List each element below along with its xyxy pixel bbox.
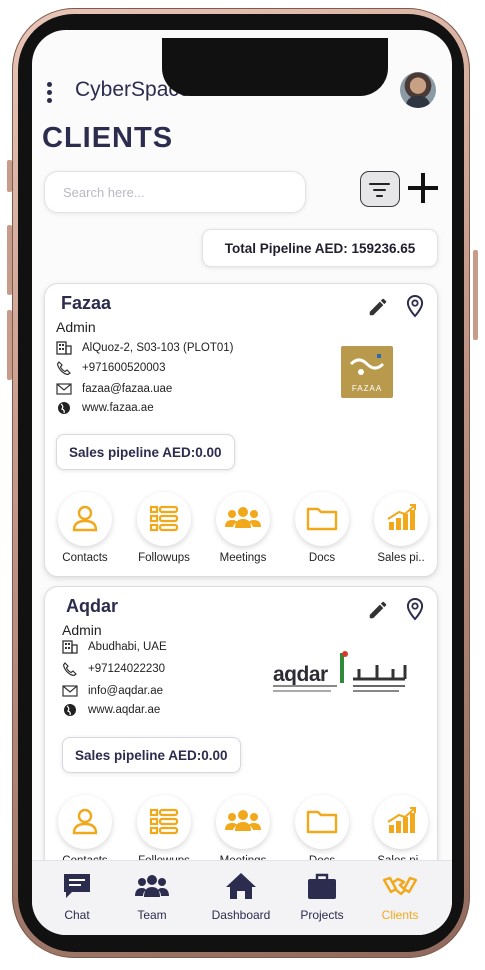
phone-icon (62, 662, 77, 676)
app-screen: CyberSpace CLIENTS Total Pipeline AED: 1… (32, 30, 452, 935)
team-icon (135, 875, 169, 897)
client-address: Abudhabi, UAE (88, 641, 167, 653)
contact-icon (72, 505, 98, 532)
client-role: Admin (56, 319, 96, 335)
phone-side-button (7, 160, 12, 192)
chat-icon (64, 874, 90, 898)
contacts-button[interactable]: Contacts (47, 492, 123, 564)
group-icon (225, 810, 261, 831)
docs-button[interactable]: Docs (284, 492, 360, 564)
globe-icon (58, 402, 70, 414)
nav-dashboard-label: Dashboard (211, 908, 271, 922)
search-input[interactable] (44, 171, 306, 213)
phone-side-button (7, 225, 12, 295)
phone-side-button (7, 310, 12, 380)
address-row: Abudhabi, UAE (62, 638, 167, 656)
mail-icon (56, 383, 72, 395)
nav-chat[interactable]: Chat (35, 871, 119, 922)
add-client-button[interactable] (406, 171, 440, 205)
sales-pipeline-badge[interactable]: Sales pipeline AED:0.00 (62, 737, 241, 773)
group-icon (225, 507, 261, 528)
client-logo: aqdar (273, 649, 413, 699)
filter-icon (369, 183, 390, 185)
phone-side-button (473, 250, 478, 340)
mail-icon (62, 685, 78, 697)
client-website[interactable]: www.fazaa.ae (82, 402, 154, 414)
nav-dashboard[interactable]: Dashboard (199, 871, 283, 922)
client-logo-text: FAZAA (351, 384, 383, 393)
phone-notch (162, 38, 388, 96)
phone-icon (56, 361, 71, 375)
nav-projects-label: Projects (300, 908, 344, 922)
nav-clients-label: Clients (381, 908, 419, 922)
client-actions: Contacts Followups Meetings Docs (45, 492, 437, 572)
docs-button[interactable]: Docs (284, 795, 360, 867)
nav-chat-label: Chat (64, 908, 90, 922)
location-pin-icon[interactable] (405, 597, 425, 621)
website-row: www.aqdar.ae (62, 701, 160, 719)
phone-row: +97124022230 (62, 660, 165, 678)
sales-pipeline-button[interactable]: Sales pi.. (363, 492, 439, 564)
edit-icon[interactable] (367, 296, 389, 318)
list-icon (149, 505, 179, 532)
phone-row: +971600520003 (56, 359, 165, 377)
filter-button[interactable] (360, 171, 400, 207)
folder-icon (306, 810, 338, 834)
website-row: www.fazaa.ae (56, 399, 154, 417)
total-pipeline-badge: Total Pipeline AED: 159236.65 (202, 229, 438, 267)
email-row: fazaa@fazaa.uae (56, 380, 172, 398)
client-name: Aqdar (66, 596, 119, 616)
avatar[interactable] (400, 72, 436, 108)
meetings-label: Meetings (219, 552, 267, 564)
nav-team-label: Team (137, 908, 167, 922)
contacts-label: Contacts (62, 552, 108, 564)
followups-label: Followups (138, 552, 190, 564)
client-address: AlQuoz-2, S03-103 (PLOT01) (82, 342, 234, 354)
followups-button[interactable]: Followups (126, 795, 202, 867)
client-phone[interactable]: +971600520003 (82, 362, 165, 374)
briefcase-icon (308, 873, 336, 899)
followups-button[interactable]: Followups (126, 492, 202, 564)
contacts-button[interactable]: Contacts (47, 795, 123, 867)
building-icon (62, 640, 78, 654)
bar-chart-icon (387, 504, 416, 530)
globe-icon (64, 704, 76, 716)
list-icon (149, 808, 179, 835)
email-row: info@aqdar.ae (62, 682, 163, 700)
location-pin-icon[interactable] (405, 294, 425, 318)
nav-clients[interactable]: Clients (358, 871, 442, 922)
sales-pipeline-badge[interactable]: Sales pipeline AED:0.00 (56, 434, 235, 470)
client-card[interactable]: Aqdar Admin Abudhabi, UAE +97124022230 i… (44, 586, 438, 880)
client-email[interactable]: info@aqdar.ae (88, 685, 163, 697)
client-logo: FAZAA (341, 346, 393, 398)
client-website[interactable]: www.aqdar.ae (88, 704, 160, 716)
folder-icon (306, 507, 338, 531)
client-phone[interactable]: +97124022230 (88, 663, 165, 675)
nav-team[interactable]: Team (110, 871, 194, 922)
edit-icon[interactable] (367, 599, 389, 621)
client-email[interactable]: fazaa@fazaa.uae (82, 383, 172, 395)
client-role: Admin (62, 622, 102, 638)
nav-projects[interactable]: Projects (280, 871, 364, 922)
building-icon (56, 341, 72, 355)
bar-chart-icon (387, 807, 416, 833)
sales-pipeline-button[interactable]: Sales pi.. (363, 795, 439, 867)
more-menu-icon[interactable] (46, 82, 54, 106)
client-card[interactable]: Fazaa Admin AlQuoz-2, S03-103 (PLOT01) +… (44, 283, 438, 577)
meetings-button[interactable]: Meetings (205, 795, 281, 867)
docs-label: Docs (308, 552, 336, 564)
handshake-icon (382, 876, 418, 896)
home-icon (226, 873, 256, 899)
client-name: Fazaa (61, 293, 112, 313)
bottom-nav: Chat Team Dashboard Projects Clients (32, 860, 452, 935)
sales-pipeline-label: Sales pi.. (377, 552, 425, 564)
address-row: AlQuoz-2, S03-103 (PLOT01) (56, 339, 234, 357)
meetings-button[interactable]: Meetings (205, 492, 281, 564)
page-title: CLIENTS (42, 122, 174, 154)
contact-icon (72, 808, 98, 835)
